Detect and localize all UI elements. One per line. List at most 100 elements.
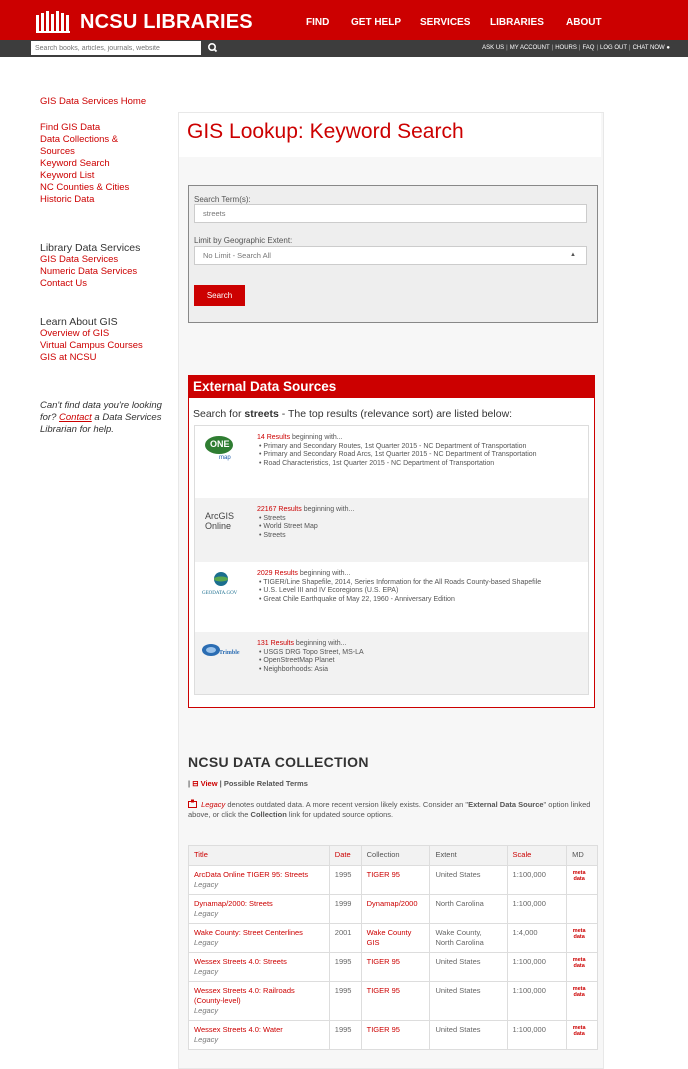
link-log-out[interactable]: LOG OUT	[600, 45, 627, 51]
nc-onemap-logo[interactable]: ONE map	[201, 433, 241, 461]
column-title[interactable]: Title	[188, 845, 330, 866]
dataset-title-link[interactable]: Wake County: Street Centerlines	[194, 928, 303, 937]
table-row: ArcData Online TIGER 95: Streets Legacy 1…	[188, 865, 598, 895]
arcgis-online-logo[interactable]: ArcGIS Online	[201, 508, 241, 536]
libraries-building-icon	[36, 11, 70, 33]
row-extent-cell: United States	[429, 981, 508, 1021]
row-md-cell: meta data	[566, 923, 598, 953]
results-count-link[interactable]: 2029 Results	[257, 570, 298, 577]
svg-text:ArcGIS: ArcGIS	[205, 511, 234, 521]
search-button[interactable]: Search	[194, 285, 245, 306]
link-chat-now[interactable]: CHAT NOW	[633, 45, 665, 51]
view-toggle-icon: ⊟	[192, 779, 199, 788]
metadata-link[interactable]: meta data	[572, 1025, 586, 1037]
dataset-title-link[interactable]: Wessex Streets 4.0: Streets	[194, 957, 287, 966]
nav-find[interactable]: FIND	[306, 17, 329, 28]
row-date-cell: 1995	[328, 981, 362, 1021]
row-collection-link[interactable]: TIGER 95	[360, 865, 431, 895]
link-hours[interactable]: HOURS	[555, 45, 577, 51]
metadata-link[interactable]: meta data	[572, 870, 586, 882]
ncsu-libraries-logo[interactable]: NCSU LIBRARIES	[36, 10, 253, 34]
link-ask-us[interactable]: ASK US	[482, 45, 504, 51]
collection-links: | ⊟ View | Possible Related Terms	[188, 779, 308, 788]
row-extent-cell: North Carolina	[429, 894, 508, 924]
nav-get-help[interactable]: GET HELP	[351, 17, 401, 28]
sidebar-find-heading[interactable]: Find GIS Data	[40, 122, 150, 134]
row-title-cell: Wessex Streets 4.0: Railroads (County-le…	[188, 981, 330, 1021]
sidebar-learn-heading: Learn About GIS	[40, 316, 118, 328]
row-collection-link[interactable]: TIGER 95	[360, 981, 431, 1021]
result-geodata: GEODATA.GOV 2029 Results beginning with.…	[195, 562, 588, 632]
nav-services[interactable]: SERVICES	[420, 17, 470, 28]
sidebar-item-numeric-services[interactable]: Numeric Data Services	[40, 266, 140, 278]
extent-select[interactable]: No Limit - Search All ▲︎	[194, 246, 587, 265]
row-title-cell: ArcData Online TIGER 95: Streets Legacy	[188, 865, 330, 895]
row-scale-cell: 1:100,000	[506, 865, 568, 895]
result-nc-onemap: ONE map 14 Results beginning with... Pri…	[195, 426, 588, 498]
row-date-cell: 1995	[328, 952, 362, 982]
trimble-logo[interactable]: Trimble	[201, 638, 241, 666]
link-my-account[interactable]: MY ACCOUNT	[510, 45, 550, 51]
sidebar-item-overview[interactable]: Overview of GIS	[40, 328, 143, 340]
link-faq[interactable]: FAQ	[582, 45, 594, 51]
row-collection-link[interactable]: TIGER 95	[360, 952, 431, 982]
results-count-link[interactable]: 22167 Results	[257, 506, 302, 513]
dataset-title-link[interactable]: Wessex Streets 4.0: Railroads (County-le…	[194, 986, 295, 1005]
metadata-link[interactable]: meta data	[572, 928, 586, 940]
result-trimble: Trimble 131 Results beginning with... US…	[195, 632, 588, 694]
sidebar-find-section: Find GIS Data Data Collections & Sources…	[40, 122, 150, 206]
row-date-cell: 1995	[328, 1020, 362, 1050]
dataset-title-link[interactable]: Dynamap/2000: Streets	[194, 899, 273, 908]
related-terms-link[interactable]: | Possible Related Terms	[220, 779, 308, 788]
external-sources-heading: External Data Sources	[189, 376, 594, 398]
nav-about[interactable]: ABOUT	[566, 17, 602, 28]
list-item: Great Chile Earthquake of May 22, 1960 -…	[263, 596, 581, 605]
column-extent: Extent	[429, 845, 508, 866]
column-date[interactable]: Date	[328, 845, 362, 866]
select-chevron-icon: ▲︎	[570, 252, 576, 258]
results-count-link[interactable]: 14 Results	[257, 434, 290, 441]
sidebar-item-gis-ncsu[interactable]: GIS at NCSU	[40, 352, 143, 364]
results-count-link[interactable]: 131 Results	[257, 640, 294, 647]
metadata-link[interactable]: meta data	[572, 957, 586, 969]
geodata-logo[interactable]: GEODATA.GOV	[201, 570, 241, 598]
sidebar-item-historic[interactable]: Historic Data	[40, 194, 150, 206]
row-extent-cell: United States	[429, 952, 508, 982]
contact-link[interactable]: Contact	[59, 412, 92, 423]
svg-text:Trimble: Trimble	[219, 650, 240, 656]
list-item: Primary and Secondary Routes, 1st Quarte…	[263, 443, 581, 452]
external-lead-text: Search for streets - The top results (re…	[193, 408, 513, 420]
sidebar-item-contact[interactable]: Contact Us	[40, 278, 140, 290]
collection-heading: NCSU DATA COLLECTION	[188, 754, 369, 770]
legacy-icon	[188, 799, 197, 808]
list-item: TIGER/Line Shapefile, 2014, Series Infor…	[263, 579, 581, 588]
sidebar-help-note: Can't find data you're looking for? Cont…	[40, 400, 162, 435]
row-collection-link[interactable]: Wake County GIS	[360, 923, 431, 953]
row-collection-link[interactable]: TIGER 95	[360, 1020, 431, 1050]
view-link[interactable]: View	[201, 779, 218, 788]
result-body: 14 Results beginning with... Primary and…	[257, 434, 581, 468]
sidebar-item-nc-counties[interactable]: NC Counties & Cities	[40, 182, 150, 194]
dataset-title-link[interactable]: ArcData Online TIGER 95: Streets	[194, 870, 308, 879]
dataset-title-link[interactable]: Wessex Streets 4.0: Water	[194, 1025, 283, 1034]
sidebar-item-keyword-list[interactable]: Keyword List	[40, 170, 150, 182]
sidebar-home-link[interactable]: GIS Data Services Home	[40, 96, 146, 108]
sidebar-item-virtual-courses[interactable]: Virtual Campus Courses	[40, 340, 143, 352]
svg-text:map: map	[219, 455, 231, 461]
row-md-cell: meta data	[566, 1020, 598, 1050]
row-collection-link[interactable]: Dynamap/2000	[360, 894, 431, 924]
metadata-link[interactable]: meta data	[572, 986, 586, 998]
nav-libraries[interactable]: LIBRARIES	[490, 17, 544, 28]
sidebar-item-collections[interactable]: Data Collections & Sources	[40, 134, 150, 158]
column-collection: Collection	[360, 845, 431, 866]
result-body: 2029 Results beginning with... TIGER/Lin…	[257, 570, 581, 604]
search-term-input[interactable]: streets	[194, 204, 587, 223]
site-search-button[interactable]	[201, 41, 225, 55]
column-scale[interactable]: Scale	[506, 845, 568, 866]
list-item: Neighborhoods: Asia	[263, 666, 581, 675]
sidebar-item-gis-services[interactable]: GIS Data Services	[40, 254, 140, 266]
site-search-input[interactable]	[31, 41, 201, 55]
row-date-cell: 2001	[328, 923, 362, 953]
sidebar-item-keyword-search[interactable]: Keyword Search	[40, 158, 150, 170]
row-md-cell: meta data	[566, 952, 598, 982]
